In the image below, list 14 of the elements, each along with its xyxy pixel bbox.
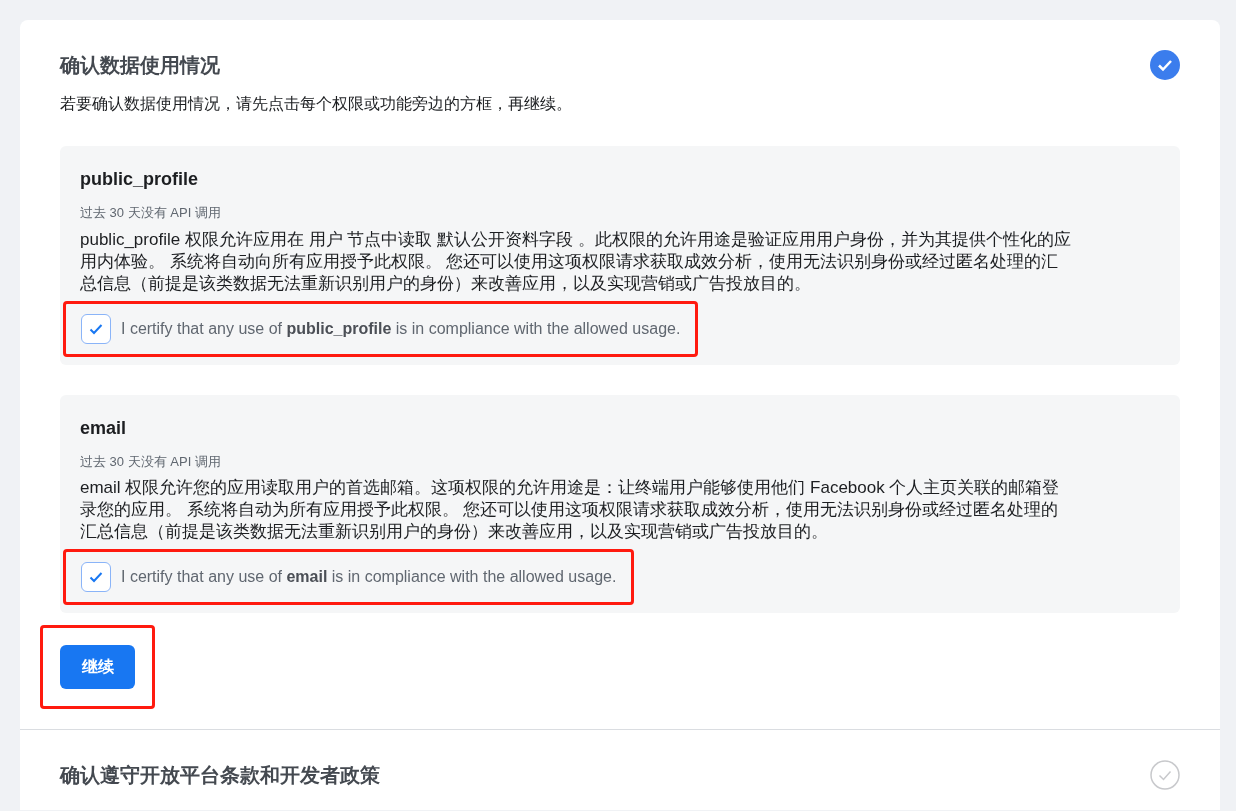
- certify-label: I certify that any use of email is in compliance with the allowed usage.: [121, 567, 617, 587]
- checkbox[interactable]: [81, 313, 111, 344]
- section-title: 确认遵守开放平台条款和开发者政策: [60, 763, 380, 788]
- permission-description: public_profile 权限允许应用在 用户 节点中读取 默认公开资料字段 。此权限的允许用途是验证应用用户身份，并为其提供个性化的应用内体验。 系统将自动向所有应用授予此权限。 您还可以使用这项权限请求获取成效分析，使用无法识别身份或经过匿名处理的汇总信息（前提是该类数据无法重新识别用户的身份）来改善应用，以及实现营销或广告投放目的。: [80, 228, 1072, 295]
- certify-label: I certify that any use of public_profile is in compliance with the allowed usage.: [121, 318, 681, 339]
- permission-name: public_profile: [80, 168, 199, 191]
- api-call-note: 过去 30 天没有 API 调用: [80, 204, 222, 222]
- section-title: 确认数据使用情况: [60, 53, 220, 78]
- checkbox[interactable]: [81, 562, 111, 592]
- permission-description: email 权限允许您的应用读取用户的首选邮箱。这项权限的允许用途是：让终端用户能够使用他们 Facebook 个人主页关联的邮箱登录您的应用。 系统将自动为所有应用授予此权限。 您还可以使用这项权限请求获取成效分析，使用无法识别身份或经过匿名处理的汇总信息（前提是该类数据无法重新识别用户的身份）来改善应用，以及实现营销或广告投放目的。: [80, 477, 1061, 543]
- api-call-note: 过去 30 天没有 API 调用: [80, 452, 222, 471]
- section-description: 若要确认数据使用情况，请先点击每个权限或功能旁边的方框，再继续。: [60, 94, 573, 114]
- permission-name: email: [80, 416, 128, 440]
- continue-button[interactable]: 继续: [60, 645, 135, 689]
